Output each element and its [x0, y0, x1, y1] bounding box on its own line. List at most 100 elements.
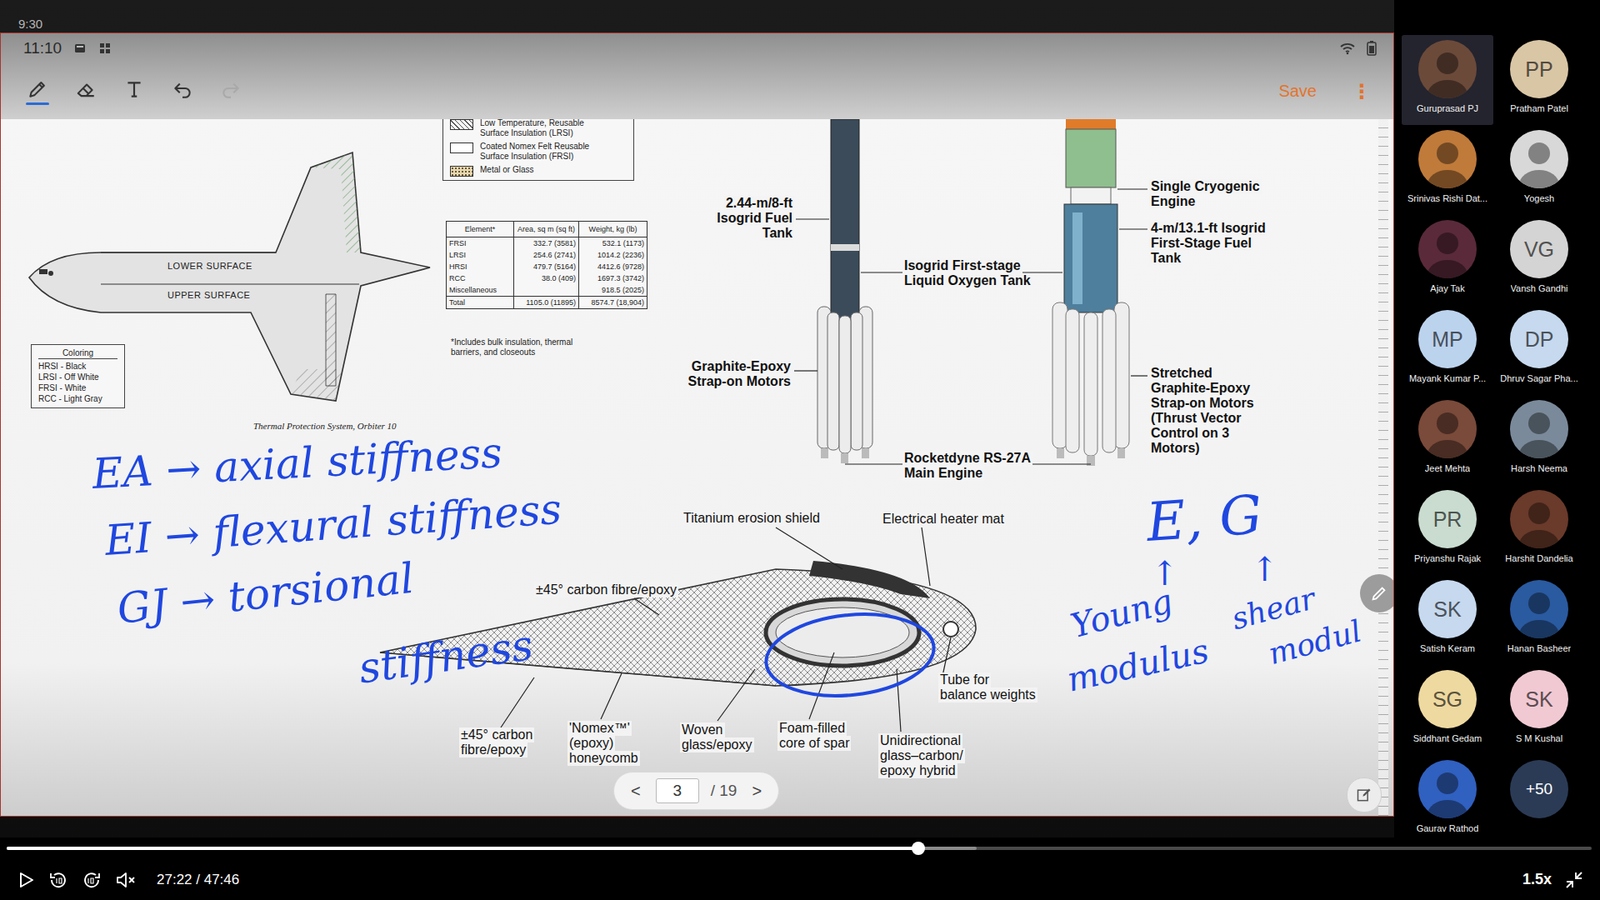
- participant-avatar: MP: [1418, 310, 1477, 369]
- area-table: Element*Area, sq m (sq ft)Weight, kg (lb…: [445, 220, 648, 310]
- table-cell: 1105.0 (11895): [513, 295, 579, 309]
- participant-tile[interactable]: MPMayank Kumar P...: [1401, 305, 1494, 395]
- key-line: Low Temperature, Reusable: [480, 119, 585, 129]
- next-page-button[interactable]: >: [748, 781, 765, 801]
- label-line: Tube for: [938, 672, 991, 688]
- legend-line: RCC - Light Gray: [38, 394, 118, 405]
- player-controls: 27:22 / 47:461.5x: [0, 859, 1600, 900]
- label-line: Rocketdyne RS-27A: [902, 450, 1033, 466]
- key-line: Surface Insulation (LRSI): [480, 128, 585, 139]
- edit-icon: [1355, 786, 1373, 804]
- mute-button[interactable]: [115, 870, 137, 890]
- text-tool[interactable]: [120, 75, 148, 109]
- table-cell: 38.0 (409): [513, 272, 579, 285]
- page-input[interactable]: 3: [655, 778, 700, 804]
- participant-tile[interactable]: SKSatish Keram: [1401, 575, 1494, 665]
- participant-avatar: DP: [1510, 310, 1569, 369]
- participant-tile[interactable]: SG Siddhant Gedam: [1401, 665, 1494, 755]
- participant-photo: [1510, 490, 1569, 549]
- participant-name: Priyanshu Rajak: [1414, 553, 1481, 564]
- table-cell: 332.7 (3581): [513, 237, 579, 250]
- label-line: glass/epoxy: [680, 737, 755, 753]
- participant-name: Siddhant Gedam: [1413, 733, 1483, 744]
- participant-tile[interactable]: Gaurav Rathod: [1401, 755, 1494, 838]
- person-silhouette-icon: [1418, 400, 1477, 459]
- participant-tile[interactable]: DP Dhruv Sagar Pha...: [1493, 305, 1585, 395]
- key-swatch: [450, 142, 474, 154]
- slide-canvas[interactable]: Low Temperature, ReusableSurface Insulat…: [0, 119, 1394, 816]
- label-line: fibre/epoxy: [459, 742, 528, 758]
- table-cell: 254.6 (2741): [513, 249, 579, 261]
- pen-icon: [26, 78, 49, 100]
- more-button[interactable]: ⋮: [1346, 80, 1377, 104]
- overlay-time: 9:30: [18, 16, 43, 31]
- key-text: Low Temperature, ReusableSurface Insulat…: [480, 119, 585, 139]
- video-player: 11:10 Save⋮ Low Temperature, ReusableSur…: [0, 0, 1600, 900]
- table-cell: HRSI: [446, 260, 514, 273]
- participant-tile[interactable]: SKS M Kushal: [1493, 665, 1585, 755]
- participant-tile[interactable]: Ajay Tak: [1401, 215, 1494, 305]
- participant-tile[interactable]: Hanan Basheer: [1493, 575, 1585, 665]
- exit-fullscreen-icon[interactable]: [1565, 870, 1584, 890]
- speed-button[interactable]: 1.5x: [1522, 870, 1552, 889]
- redo-icon: [220, 78, 242, 100]
- handwritten-note: GJ → torsional: [115, 555, 417, 635]
- label-line: Titanium erosion shield: [681, 510, 822, 526]
- selected-underline: [122, 102, 146, 105]
- participant-tile[interactable]: Srinivas Rishi Dat...: [1401, 125, 1494, 215]
- label-line: honeycomb: [567, 750, 640, 766]
- pen-tool[interactable]: [24, 75, 51, 109]
- play-button[interactable]: [16, 870, 35, 890]
- participant-tile[interactable]: VGVansh Gandhi: [1493, 215, 1585, 305]
- label-line: glass–carbon/: [878, 748, 965, 764]
- table-cell: Total: [446, 295, 514, 309]
- page-navigator: <3 / 19 >: [613, 771, 780, 810]
- handwritten-note: E, G: [1144, 484, 1264, 554]
- participant-name: Dhruv Sagar Pha...: [1500, 373, 1579, 384]
- participant-tile[interactable]: Guruprasad PJ: [1401, 35, 1494, 125]
- participant-tile[interactable]: Yogesh: [1493, 125, 1585, 215]
- participant-tile[interactable]: PPPratham Patel: [1493, 35, 1585, 125]
- previous-page-button[interactable]: <: [627, 781, 645, 801]
- person-silhouette-icon: [1418, 130, 1477, 189]
- participants-panel: Guruprasad PJPPPratham Patel Srinivas Ris…: [1394, 0, 1600, 838]
- key-line: Metal or Glass: [480, 165, 534, 175]
- key-text: Metal or Glass: [480, 165, 534, 175]
- table-cell: 479.7 (5164): [513, 260, 579, 273]
- edit-button[interactable]: [1346, 777, 1382, 813]
- more-count: +50: [1525, 780, 1553, 799]
- person-silhouette-icon: [1510, 130, 1569, 189]
- played-fill: [6, 846, 919, 850]
- participant-photo: [1418, 400, 1477, 459]
- more-participants-tile[interactable]: +50: [1493, 755, 1585, 838]
- label-line: Liquid Oxygen Tank: [902, 273, 1033, 289]
- participant-tile[interactable]: Harshit Dandelia: [1493, 485, 1585, 575]
- save-button[interactable]: Save: [1270, 78, 1325, 105]
- person-silhouette-icon: [1418, 40, 1477, 99]
- forward-10-icon[interactable]: [81, 870, 102, 890]
- legend-line: HRSI - Black: [38, 361, 118, 372]
- seek-handle[interactable]: [911, 841, 925, 855]
- participant-name: Srinivas Rishi Dat...: [1407, 193, 1488, 204]
- handwritten-note: EA → axial stiffness: [90, 429, 504, 499]
- participant-name: Gaurav Rathod: [1416, 823, 1480, 834]
- table-cell: LRSI: [446, 249, 514, 261]
- undo-tool[interactable]: [169, 75, 196, 109]
- participant-tile[interactable]: Harsh Neema: [1493, 395, 1585, 485]
- avatar-initials: VG: [1524, 237, 1555, 262]
- table-header: Element*: [446, 221, 514, 238]
- rewind-10-icon[interactable]: [48, 870, 69, 890]
- airfoil-label: Tube forbalance weights: [938, 672, 1038, 703]
- seek-bar[interactable]: [6, 846, 1592, 850]
- participant-name: Harsh Neema: [1510, 463, 1568, 474]
- shuttle-label: LOWER SURFACE: [167, 260, 253, 271]
- avatar-initials: SG: [1432, 687, 1463, 712]
- page-total: / 19: [710, 781, 738, 800]
- participant-tile[interactable]: PRPriyanshu Rajak: [1401, 485, 1494, 575]
- eraser-tool[interactable]: [72, 75, 100, 109]
- participant-tile[interactable]: Jeet Mehta: [1401, 395, 1494, 485]
- rocket-label: 2.44-m/8-ftIsogrid FuelTank: [667, 195, 795, 241]
- draw-button[interactable]: [1360, 574, 1394, 613]
- whiteboard-app: 11:10 Save⋮ Low Temperature, ReusableSur…: [0, 32, 1395, 817]
- airfoil-label: 'Nomex™'(epoxy)honeycomb: [567, 720, 640, 766]
